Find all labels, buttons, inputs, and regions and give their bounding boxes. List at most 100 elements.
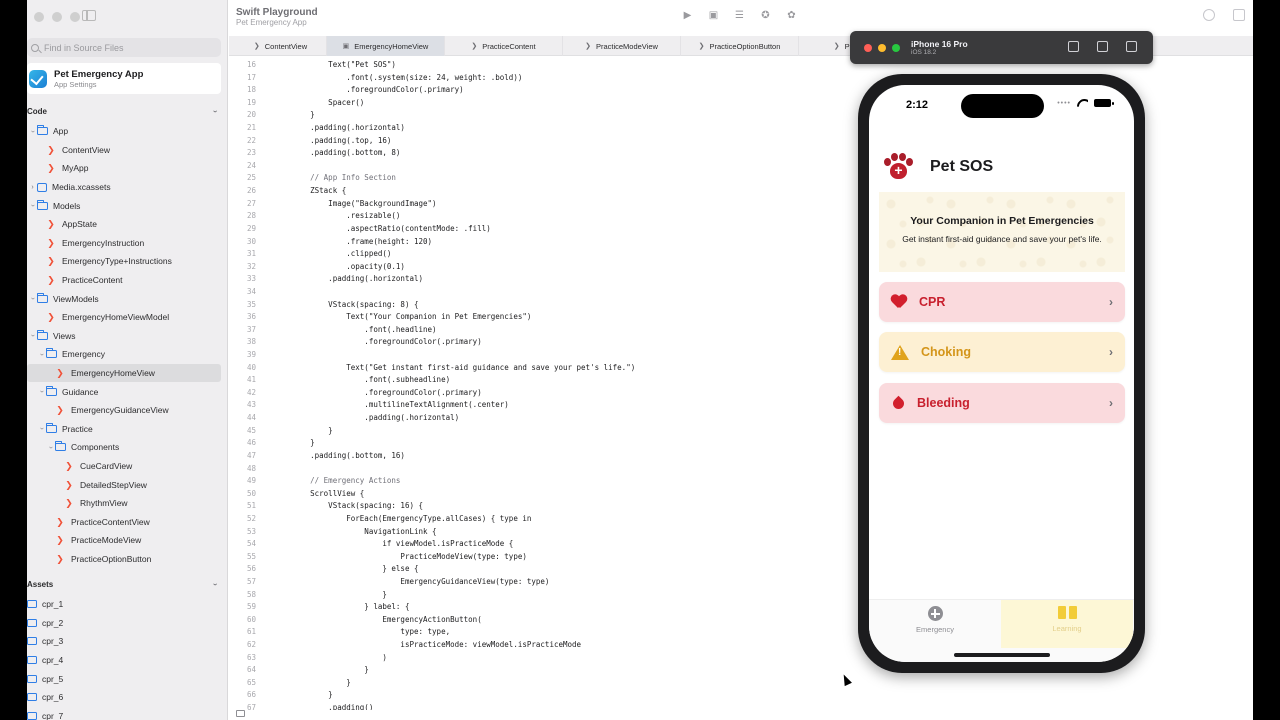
choking-button[interactable]: Choking › [879,332,1125,372]
disclosure-icon[interactable]: › [38,424,45,433]
window-title: Swift Playground [236,7,318,18]
checkmark-circle-icon[interactable] [1203,9,1215,21]
folder-icon [37,125,48,136]
close-button[interactable] [864,44,872,52]
line-number: 19 [246,97,256,107]
asset-label: cpr_4 [42,655,64,666]
disclosure-icon[interactable]: › [29,127,36,136]
chevron-right-icon: › [1109,295,1113,309]
bleeding-button[interactable]: Bleeding › [879,383,1125,423]
tree-item[interactable]: ❯ EmergencyGuidanceView [27,401,221,420]
code-section-header[interactable]: Code › [27,104,221,118]
tree-item[interactable]: ❯ AppState [27,215,221,234]
tree-item[interactable]: › Models [27,196,221,215]
tree-item[interactable]: ❯ MyApp [27,159,221,178]
close-button[interactable] [34,12,44,22]
swift-file-icon: ❯ [56,368,64,379]
asset-item[interactable]: cpr_5 [27,669,221,688]
line-text: } [274,677,351,687]
screenshot-icon[interactable] [1097,41,1108,52]
tree-item[interactable]: ❯ DetailedStepView [27,475,221,494]
cpr-button[interactable]: CPR › [879,282,1125,322]
tree-item[interactable]: › Practice [27,420,221,439]
assets-section-header[interactable]: Assets › [27,577,221,591]
asset-label: cpr_7 [42,710,64,720]
search-placeholder: Find in Source Files [44,42,124,53]
stop-icon[interactable]: ▣ [708,10,719,21]
signal-icon: •••• [1057,99,1071,107]
tree-item[interactable]: ❯ RhythmView [27,494,221,513]
sidebar-toggle-icon[interactable] [82,10,96,21]
asset-label: cpr_2 [42,617,64,628]
line-number: 40 [246,362,256,372]
run-icon[interactable]: ▶ [682,10,693,21]
tree-item[interactable]: ❯ PracticeModeView [27,531,221,550]
heart-icon [891,295,907,309]
iphone-frame: 2:12 •••• Pet SOS Your Companion in Pet … [858,74,1145,673]
window-controls [34,12,80,22]
source-search-field[interactable]: Find in Source Files [27,38,221,57]
disclosure-icon[interactable]: › [29,294,36,303]
rotate-icon[interactable] [1126,41,1137,52]
tree-item[interactable]: ❯ EmergencyType+Instructions [27,252,221,271]
settings-sliders-icon[interactable]: ☰ [734,10,745,21]
tab-emergency[interactable]: Emergency [869,600,1001,648]
home-icon[interactable] [1068,41,1079,52]
tree-item[interactable]: ❯ CueCardView [27,457,221,476]
tree-item[interactable]: › Guidance [27,382,221,401]
line-number: 22 [246,135,256,145]
tree-item[interactable]: › ViewModels [27,289,221,308]
tree-item[interactable]: ❯ PracticeOptionButton [27,550,221,569]
star-icon[interactable]: ✪ [760,10,771,21]
tree-item[interactable]: ❯ ContentView [27,141,221,160]
line-number: 41 [246,375,256,385]
tree-item[interactable]: ❯ EmergencyHomeView [27,363,221,383]
banner-subtitle: Get instant first-aid guidance and save … [902,234,1102,244]
tree-item[interactable]: › App [27,122,221,141]
palette-icon[interactable]: ✿ [786,10,797,21]
disclosure-icon[interactable]: › [38,350,45,359]
asset-item[interactable]: cpr_2 [27,614,221,633]
asset-item[interactable]: cpr_1 [27,595,221,614]
panel-toggle-icon[interactable] [236,710,245,717]
zoom-button[interactable] [892,44,900,52]
editor-tab[interactable]: ❯ PracticeContent [445,36,563,56]
asset-item[interactable]: cpr_6 [27,688,221,707]
line-text: .padding() [274,703,374,710]
disclosure-icon[interactable]: › [29,201,36,210]
line-number: 24 [246,160,256,170]
tree-item[interactable]: ❯ PracticeContentView [27,512,221,531]
minimize-button[interactable] [878,44,886,52]
library-icon[interactable] [1233,9,1245,21]
disclosure-icon[interactable]: › [38,387,45,396]
tab-learning[interactable]: Learning [1001,600,1133,648]
project-settings-item[interactable]: Pet Emergency App App Settings [27,63,221,94]
minimize-button[interactable] [52,12,62,22]
editor-tab[interactable]: ▣ EmergencyHomeView [327,36,445,56]
project-navigator: Find in Source Files Pet Emergency App A… [27,0,228,720]
tree-item[interactable]: › Emergency [27,345,221,364]
line-number: 54 [246,539,256,549]
asset-item[interactable]: cpr_4 [27,651,221,670]
asset-label: cpr_1 [42,599,64,610]
tree-item[interactable]: ❯ PracticeContent [27,271,221,290]
disclosure-icon[interactable]: › [47,443,54,452]
editor-tab[interactable]: ❯ PracticeModeView [563,36,681,56]
tree-item-label: Emergency [62,349,105,360]
tree-item[interactable]: ❯ EmergencyInstruction [27,234,221,253]
disclosure-icon[interactable]: › [29,331,36,340]
tab-label: ContentView [264,41,308,51]
tab-label: Emergency [916,625,954,634]
tree-item[interactable]: › Components [27,438,221,457]
disclosure-icon[interactable]: › [28,184,37,191]
editor-tab[interactable]: ❯ PracticeOptionButton [681,36,799,56]
folder-icon [55,441,66,452]
zoom-button[interactable] [70,12,80,22]
asset-item[interactable]: cpr_3 [27,632,221,651]
tree-item[interactable]: › Media.xcassets [27,178,221,197]
tree-item[interactable]: ❯ EmergencyHomeViewModel [27,308,221,327]
tree-item[interactable]: › Views [27,327,221,346]
line-number: 29 [246,223,256,233]
asset-item[interactable]: cpr_7 [27,707,221,720]
editor-tab[interactable]: ❯ ContentView [235,36,327,56]
